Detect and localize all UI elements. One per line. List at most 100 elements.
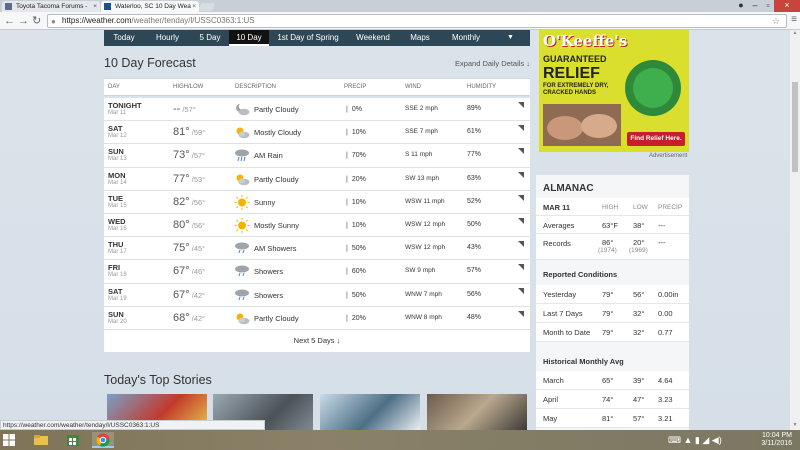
row-precip: ❘ 70% [344, 151, 366, 159]
next-5-days-button[interactable]: Next 5 Days ↓ [104, 330, 530, 352]
averages-high: 63°F [602, 221, 618, 230]
tab-first-day-of-spring[interactable]: 1st Day of Spring [269, 30, 347, 46]
almanac-row-low: 56° [633, 290, 645, 299]
records-label: Records [543, 239, 571, 248]
story-thumbnail-truck[interactable] [320, 394, 420, 430]
expand-row-icon[interactable] [518, 287, 524, 294]
tab-toyota-forums[interactable]: Toyota Tacoma Forums - × [2, 1, 100, 12]
tab-10-day[interactable]: 10 Day [229, 30, 269, 46]
row-high-low: 73° /57° [173, 149, 206, 162]
store-icon[interactable] [62, 432, 84, 448]
expand-daily-details-link[interactable]: Expand Daily Details ↓ [455, 59, 530, 68]
chrome-taskbar-icon[interactable] [92, 432, 114, 448]
row-high-low: 67° /42° [173, 288, 206, 301]
forward-icon[interactable]: → [18, 14, 29, 28]
almanac-row-low: 32° [633, 309, 645, 318]
row-humidity: 61% [467, 128, 482, 136]
row-precip: ❘ 50% [344, 244, 366, 252]
forecast-subnav: Today Hourly 5 Day 10 Day 1st Day of Spr… [104, 30, 530, 46]
almanac-row-low: 57° [633, 414, 645, 423]
page-scrollbar[interactable]: ▲ ▼ [790, 30, 800, 430]
tab-weekend[interactable]: Weekend [347, 30, 399, 46]
expand-row-icon[interactable] [518, 194, 524, 201]
row-day: SAT [108, 124, 123, 134]
row-precip-value: 60% [351, 268, 366, 276]
almanac-row-precip: 4.64 [658, 376, 673, 385]
close-window-icon[interactable]: × [774, 0, 800, 12]
scroll-down-icon[interactable]: ▼ [790, 422, 800, 430]
row-high-low: 80° /56° [173, 218, 206, 231]
back-icon[interactable]: ← [4, 14, 15, 28]
scroll-up-icon[interactable]: ▲ [790, 30, 800, 38]
sun-icon [234, 217, 250, 233]
forecast-row[interactable]: MON Mar 14 77° /53° Partly Cloudy ❘ 20% SW 13… [104, 167, 530, 191]
row-precip-value: 10% [351, 198, 366, 206]
almanac-row: April 74° 47° 3.23 [536, 390, 689, 409]
url-path: /weather/tenday/l/USSC0363:1:US [131, 16, 255, 25]
more-chevron-icon[interactable]: ▼ [491, 30, 530, 46]
forecast-row[interactable]: FRI Mar 18 67° /46° Showers ❘ 60% SW 9 mph 57% [104, 260, 530, 284]
tab-maps[interactable]: Maps [399, 30, 441, 46]
row-precip: ❘ 0% [344, 105, 362, 113]
row-day: SUN [108, 309, 124, 319]
windows-start-icon[interactable] [3, 434, 15, 446]
expand-row-icon[interactable] [518, 310, 524, 317]
records-high-year: (1974) [598, 247, 617, 254]
expand-row-icon[interactable] [518, 102, 524, 108]
okeeffes-advertisement[interactable]: O'Keeffe's GUARANTEED RELIEF FOR EXTREME… [539, 30, 689, 152]
maximize-icon[interactable]: ▫ [762, 0, 774, 12]
advertisement-label: Advertisement [649, 153, 688, 159]
expand-row-icon[interactable] [518, 125, 524, 132]
tab-weather[interactable]: Waterloo, SC 10 Day Wea × [101, 1, 199, 12]
forecast-row[interactable]: THU Mar 17 75° /45° AM Showers ❘ 50% WSW 12 m… [104, 237, 530, 261]
forecast-row[interactable]: SUN Mar 13 73° /57° AM Rain ❘ 70% S 11 mph 77% [104, 144, 530, 168]
row-humidity: 89% [467, 105, 482, 112]
story-thumbnail-storm-damage[interactable] [427, 394, 527, 430]
expand-row-icon[interactable] [518, 217, 524, 224]
find-relief-button[interactable]: Find Relief Here. [627, 132, 685, 146]
almanac-row: Yesterday 79° 56° 0.00in [536, 285, 689, 304]
row-description: Showers [254, 290, 284, 300]
chrome-menu-icon[interactable]: ≡ [791, 14, 797, 25]
almanac-header-row: MAR 11 HIGH LOW PRECIP [536, 198, 689, 216]
row-day: SAT [108, 286, 123, 296]
address-bar[interactable]: ● https://weather.com/weather/tenday/l/U… [47, 14, 787, 28]
forecast-row[interactable]: SAT Mar 19 67° /42° Showers ❘ 50% WNW 7 mph 56… [104, 283, 530, 307]
scrollbar-thumb[interactable] [792, 82, 798, 172]
user-icon[interactable]: ● [736, 0, 746, 12]
almanac-row: May 81° 57° 3.21 [536, 409, 689, 428]
close-tab-icon[interactable]: × [93, 1, 97, 12]
forecast-row[interactable]: WED Mar 16 80° /56° Mostly Sunny ❘ 10% WSW 12… [104, 213, 530, 238]
tab-5-day[interactable]: 5 Day [191, 30, 229, 46]
new-tab-button[interactable] [198, 3, 216, 11]
file-explorer-icon[interactable] [30, 432, 52, 448]
row-low: 56° [193, 197, 206, 207]
tab-monthly[interactable]: Monthly [441, 30, 491, 46]
forecast-row[interactable]: TONIGHT Mar 11 -- /57° Partly Cloudy ❘ 0% SSE… [104, 98, 530, 122]
bookmark-star-icon[interactable]: ☆ [772, 15, 780, 27]
close-tab-icon[interactable]: × [192, 1, 196, 12]
system-tray-icons[interactable]: ⌨ ▲ ▮ ◢ ◀) [668, 435, 722, 446]
row-high: 68° [173, 311, 190, 324]
tab-hourly[interactable]: Hourly [144, 30, 191, 46]
minimize-icon[interactable]: – [748, 0, 762, 12]
forecast-row[interactable]: TUE Mar 15 82° /56° Sunny ❘ 10% WSW 11 mph 52% [104, 190, 530, 214]
row-wind: WNW 7 mph [405, 290, 442, 298]
row-description: Mostly Cloudy [254, 128, 302, 138]
row-date: Mar 13 [108, 156, 127, 163]
reported-conditions-title: Reported Conditions [543, 270, 618, 279]
forecast-row[interactable]: SAT Mar 12 81° /59° Mostly Cloudy ❘ 10% SSE 7… [104, 121, 530, 145]
row-high: 81° [173, 126, 190, 139]
almanac-row-label: March [543, 376, 564, 385]
expand-row-icon[interactable] [518, 264, 524, 271]
expand-row-icon[interactable] [518, 171, 524, 178]
row-description: Partly Cloudy [254, 174, 299, 184]
expand-row-icon[interactable] [518, 241, 524, 248]
hands-photo-icon [543, 104, 621, 146]
tab-today[interactable]: Today [104, 30, 144, 46]
taskbar-clock[interactable]: 10:04 PM 3/11/2016 [761, 432, 792, 448]
forecast-row[interactable]: SUN Mar 20 68° /42° Partly Cloudy ❘ 20% WNW 8… [104, 306, 530, 330]
row-wind: WSW 12 mph [405, 244, 446, 252]
expand-row-icon[interactable] [518, 148, 524, 155]
reload-icon[interactable]: ↻ [32, 14, 41, 28]
